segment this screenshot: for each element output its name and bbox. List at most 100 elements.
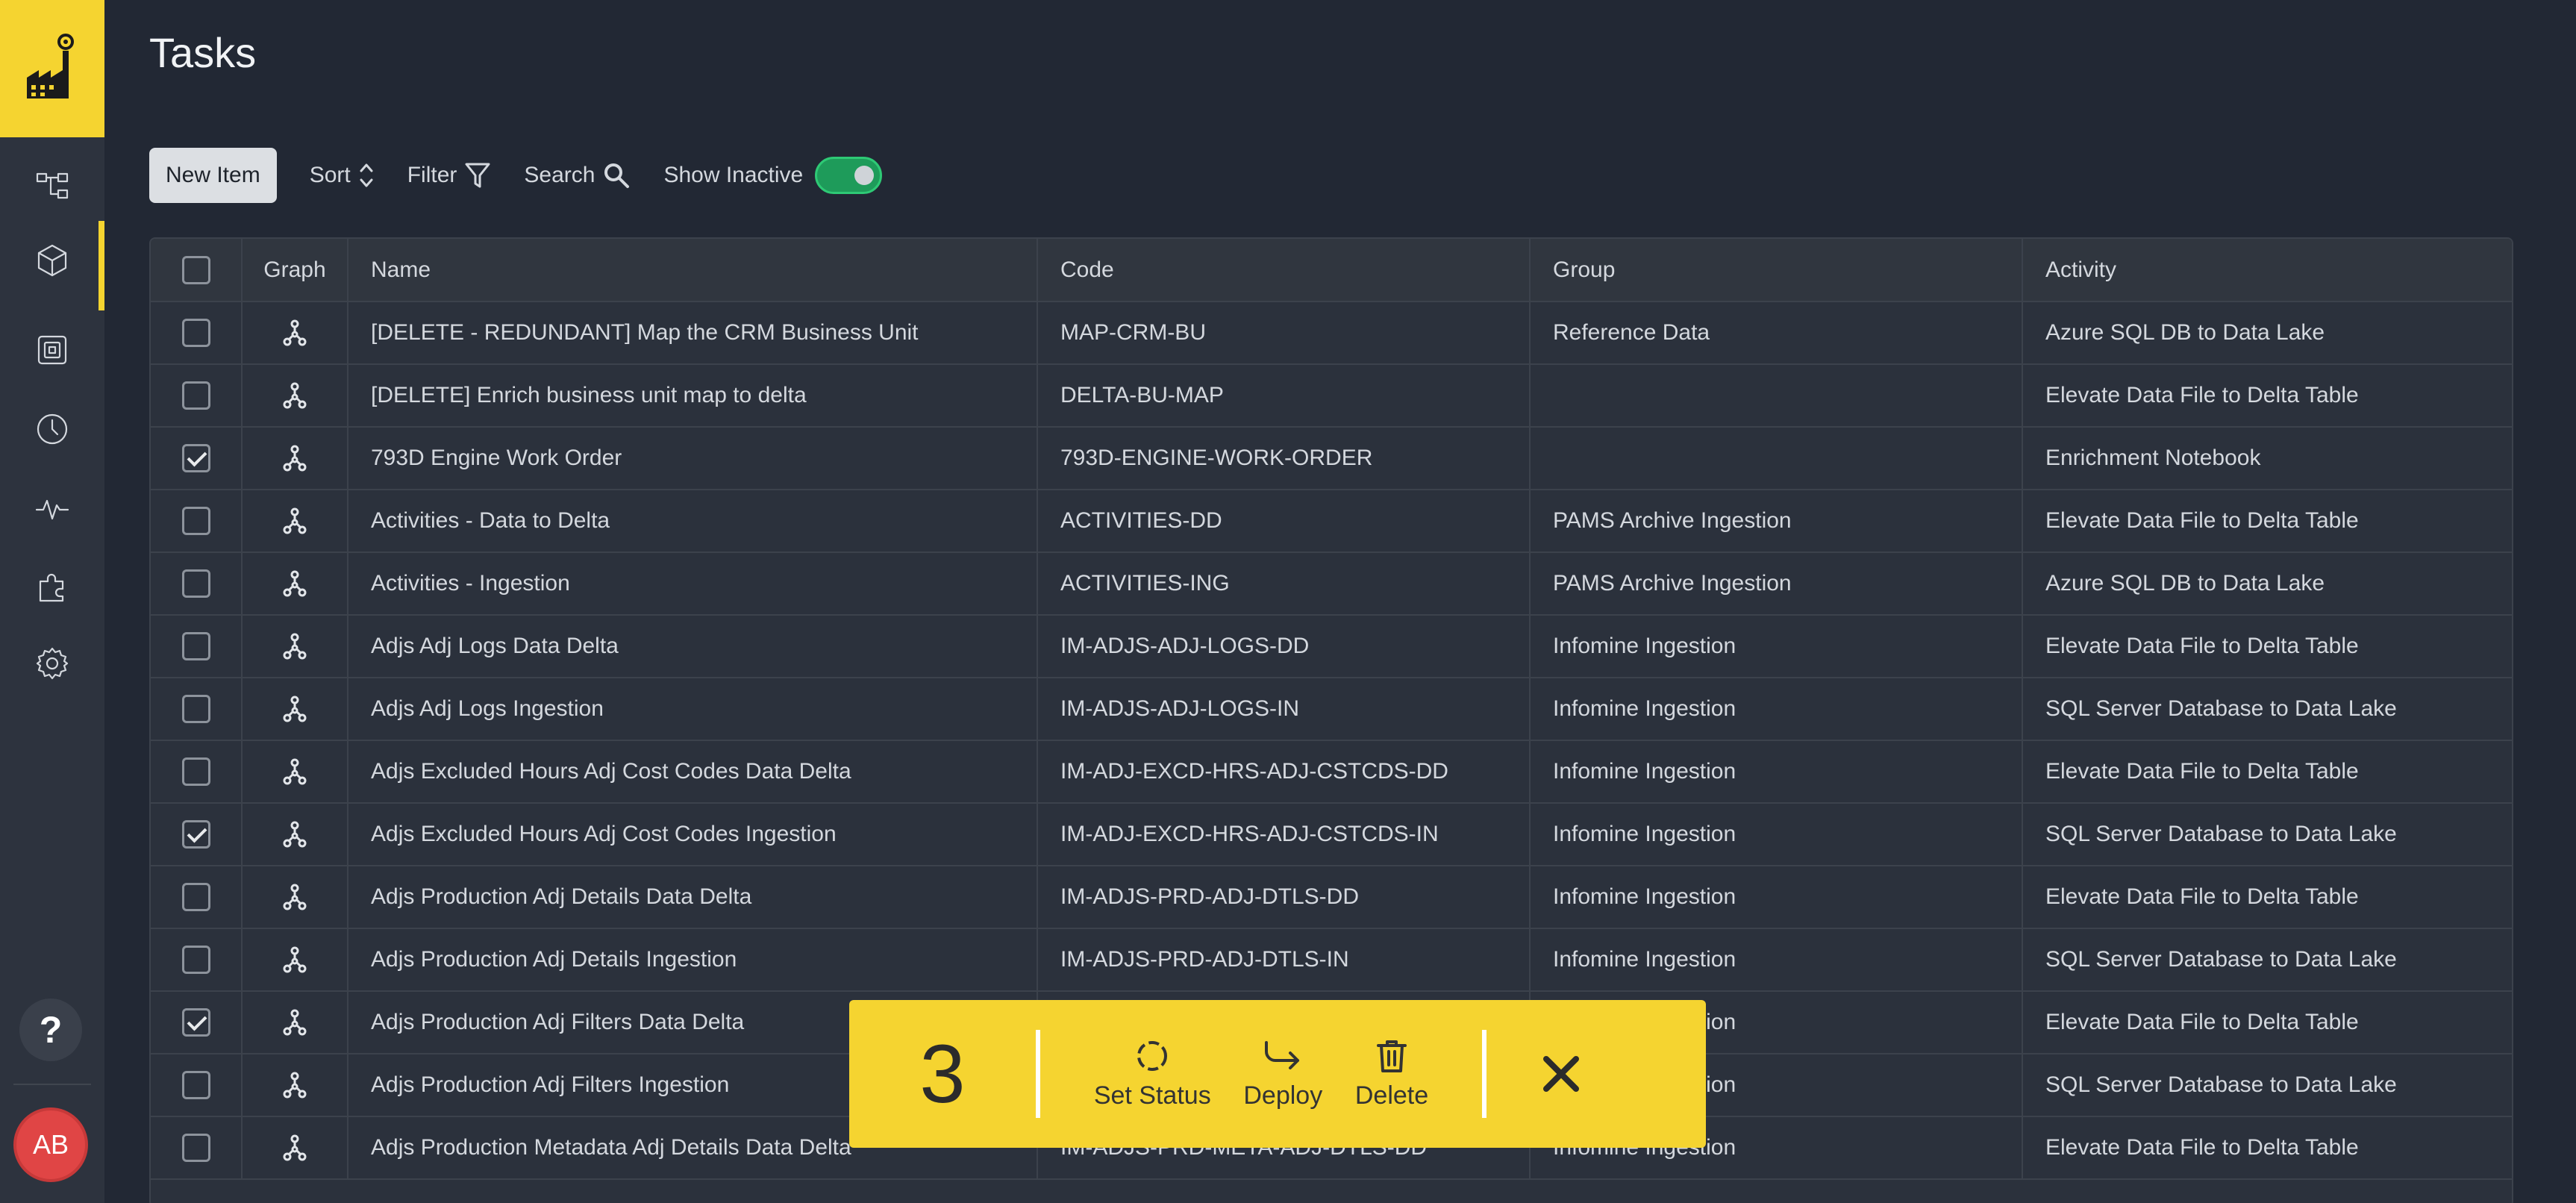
row-code: IM-ADJ-EXCD-HRS-ADJ-CSTCDS-DD — [1037, 740, 1531, 804]
graph-icon — [283, 319, 307, 346]
row-group: PAMS Archive Ingestion — [1530, 490, 2023, 553]
sidebar: ? AB — [0, 0, 104, 1203]
show-inactive-toggle[interactable] — [815, 157, 883, 194]
row-name[interactable]: Adjs Adj Logs Ingestion — [348, 678, 1038, 741]
row-code: ACTIVITIES-ING — [1037, 552, 1531, 616]
set-status-button[interactable]: Set Status — [1094, 1038, 1211, 1110]
row-checkbox[interactable] — [181, 444, 210, 472]
graph-icon — [283, 445, 307, 472]
table-row[interactable]: [DELETE] Enrich business unit map to del… — [151, 364, 2512, 428]
row-group: Infomine Ingestion — [1530, 678, 2023, 741]
help-button[interactable]: ? — [19, 999, 82, 1061]
row-checkbox[interactable] — [181, 1008, 210, 1037]
row-checkbox[interactable] — [181, 946, 210, 974]
delete-button[interactable]: Delete — [1355, 1038, 1428, 1110]
row-graph-cell[interactable] — [242, 364, 348, 428]
filter-button[interactable]: Filter — [407, 161, 492, 190]
row-checkbox[interactable] — [181, 569, 210, 598]
deploy-button[interactable]: Deploy — [1243, 1038, 1322, 1110]
column-header-graph[interactable]: Graph — [242, 239, 348, 302]
new-item-button[interactable]: New Item — [149, 148, 277, 203]
row-checkbox[interactable] — [181, 319, 210, 347]
row-select-cell — [151, 552, 243, 616]
row-checkbox[interactable] — [181, 1071, 210, 1099]
row-graph-cell[interactable] — [242, 866, 348, 929]
filter-label: Filter — [407, 163, 457, 187]
table-header-row: Graph Name Code Group Activity — [151, 239, 2512, 302]
nav-item-monitoring[interactable] — [0, 469, 104, 548]
user-avatar[interactable]: AB — [13, 1107, 88, 1182]
row-graph-cell[interactable] — [242, 928, 348, 992]
row-graph-cell[interactable] — [242, 803, 348, 866]
row-graph-cell[interactable] — [242, 552, 348, 616]
row-name[interactable]: [DELETE] Enrich business unit map to del… — [348, 364, 1038, 428]
row-name[interactable]: [DELETE - REDUNDANT] Map the CRM Busines… — [348, 301, 1038, 365]
row-graph-cell[interactable] — [242, 1054, 348, 1117]
row-graph-cell[interactable] — [242, 490, 348, 553]
deploy-arrow-icon — [1265, 1040, 1300, 1069]
table-row[interactable]: Adjs Excluded Hours Adj Cost Codes Inges… — [151, 803, 2512, 866]
row-graph-cell[interactable] — [242, 678, 348, 741]
nav-item-schedules[interactable] — [0, 390, 104, 469]
page-title: Tasks — [149, 29, 257, 76]
row-activity: Azure SQL DB to Data Lake — [2022, 552, 2512, 616]
row-name[interactable]: Adjs Production Adj Details Data Delta — [348, 866, 1038, 929]
row-name[interactable]: Adjs Excluded Hours Adj Cost Codes Data … — [348, 740, 1038, 804]
nav-item-flows[interactable] — [0, 146, 104, 225]
row-checkbox[interactable] — [181, 757, 210, 786]
selected-count: 3 — [919, 1028, 966, 1120]
table-row[interactable]: Adjs Production Adj Details Data Delta IM… — [151, 866, 2512, 929]
clock-icon — [37, 413, 68, 445]
row-checkbox[interactable] — [181, 632, 210, 660]
graph-icon — [283, 696, 307, 722]
row-checkbox[interactable] — [181, 883, 210, 911]
row-checkbox[interactable] — [181, 507, 210, 535]
search-button[interactable]: Search — [524, 161, 631, 190]
nav-item-extensions[interactable] — [0, 546, 104, 625]
row-name[interactable]: Adjs Production Adj Details Ingestion — [348, 928, 1038, 992]
table-row[interactable]: Adjs Adj Logs Data Delta IM-ADJS-ADJ-LOGS… — [151, 615, 2512, 678]
column-header-activity[interactable]: Activity — [2022, 239, 2512, 302]
row-select-cell — [151, 301, 243, 365]
row-graph-cell[interactable] — [242, 301, 348, 365]
row-graph-cell[interactable] — [242, 615, 348, 678]
column-header-group[interactable]: Group — [1530, 239, 2023, 302]
nav-item-settings[interactable] — [0, 624, 104, 703]
row-checkbox[interactable] — [181, 381, 210, 410]
graph-icon — [283, 884, 307, 910]
set-status-label: Set Status — [1093, 1081, 1211, 1110]
table-row[interactable]: Activities - Data to Delta ACTIVITIES-DD P… — [151, 490, 2512, 553]
graph-icon — [283, 1134, 307, 1161]
row-graph-cell[interactable] — [242, 427, 348, 490]
row-group: Infomine Ingestion — [1530, 803, 2023, 866]
select-all-checkbox[interactable] — [181, 255, 210, 284]
row-checkbox[interactable] — [181, 695, 210, 723]
table-row[interactable]: 793D Engine Work Order 793D-ENGINE-WORK-O… — [151, 427, 2512, 490]
app-logo[interactable] — [0, 0, 104, 137]
row-name[interactable]: Adjs Adj Logs Data Delta — [348, 615, 1038, 678]
close-action-bar-button[interactable] — [1486, 1053, 1636, 1095]
row-graph-cell[interactable] — [242, 740, 348, 804]
table-row[interactable]: Adjs Production Adj Details Ingestion IM-… — [151, 928, 2512, 992]
gear-icon — [36, 647, 69, 680]
table-row[interactable]: Adjs Excluded Hours Adj Cost Codes Data … — [151, 740, 2512, 804]
row-checkbox[interactable] — [181, 1134, 210, 1162]
row-name[interactable]: 793D Engine Work Order — [348, 427, 1038, 490]
row-name[interactable]: Activities - Data to Delta — [348, 490, 1038, 553]
row-code: ACTIVITIES-DD — [1037, 490, 1531, 553]
nav-item-layers[interactable] — [0, 310, 104, 390]
row-checkbox[interactable] — [181, 820, 210, 849]
column-header-name[interactable]: Name — [348, 239, 1038, 302]
table-row[interactable]: Activities - Ingestion ACTIVITIES-ING PAMS… — [151, 552, 2512, 616]
row-name[interactable]: Activities - Ingestion — [348, 552, 1038, 616]
column-header-code[interactable]: Code — [1037, 239, 1531, 302]
row-graph-cell[interactable] — [242, 991, 348, 1054]
nav-item-tasks[interactable] — [0, 221, 104, 310]
table-row[interactable]: Adjs Adj Logs Ingestion IM-ADJS-ADJ-LOGS-… — [151, 678, 2512, 741]
graph-icon — [283, 1009, 307, 1036]
sort-button[interactable]: Sort — [310, 160, 375, 190]
table-row[interactable]: [DELETE - REDUNDANT] Map the CRM Busines… — [151, 301, 2512, 365]
row-name[interactable]: Adjs Excluded Hours Adj Cost Codes Inges… — [348, 803, 1038, 866]
row-select-cell — [151, 427, 243, 490]
row-graph-cell[interactable] — [242, 1116, 348, 1180]
